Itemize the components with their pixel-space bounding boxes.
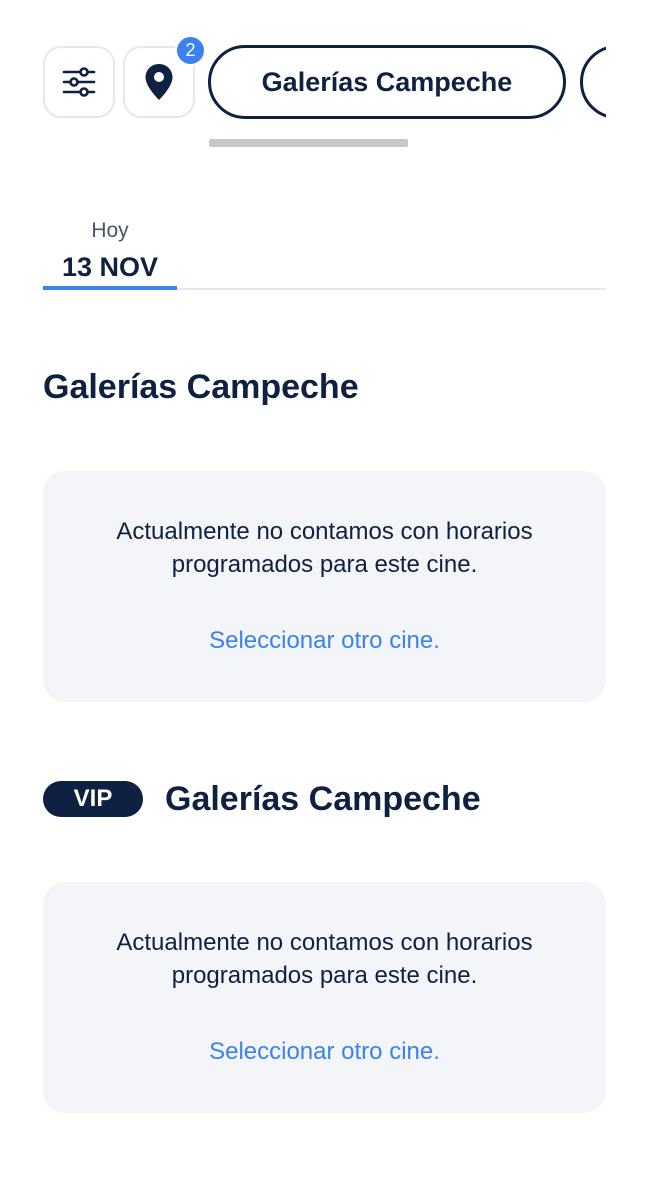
date-tab-date: 13 NOV xyxy=(61,252,159,282)
cinema-chip-label: Galerías Campeche xyxy=(261,66,513,97)
filters-button[interactable] xyxy=(43,46,115,118)
date-tab-day: Hoy xyxy=(91,219,129,242)
showtimes-page: Galerías Campeche 2 Hoy 13 NOV Galerías … xyxy=(0,0,649,1200)
date-tabs: Hoy 13 NOV xyxy=(43,210,606,290)
vip-badge: VIP xyxy=(43,781,143,817)
select-other-cinema-link[interactable]: Seleccionar otro cine. xyxy=(43,1038,606,1066)
sliders-icon xyxy=(62,67,96,97)
cinema-section-title: Galerías Campeche xyxy=(165,779,481,818)
cinema-chip-selected[interactable]: Galerías Campeche xyxy=(208,45,566,119)
map-pin-icon xyxy=(145,64,173,100)
select-other-cinema-link[interactable]: Seleccionar otro cine. xyxy=(43,627,606,655)
vip-cinema-section-header: VIP Galerías Campeche xyxy=(43,777,481,821)
filter-bar: Galerías Campeche xyxy=(0,0,606,160)
no-showtimes-card: Actualmente no contamos con horarios pro… xyxy=(43,471,606,702)
cinema-section-title: Galerías Campeche xyxy=(43,368,359,406)
cinema-chip-next[interactable] xyxy=(580,45,606,119)
no-showtimes-message: Actualmente no contamos con horarios pro… xyxy=(116,929,533,989)
location-count-badge: 2 xyxy=(175,35,206,66)
date-tab-today[interactable]: Hoy 13 NOV xyxy=(43,210,177,290)
no-showtimes-message: Actualmente no contamos con horarios pro… xyxy=(116,518,533,578)
no-showtimes-card: Actualmente no contamos con horarios pro… xyxy=(43,882,606,1113)
horizontal-scroll-indicator xyxy=(209,139,408,147)
